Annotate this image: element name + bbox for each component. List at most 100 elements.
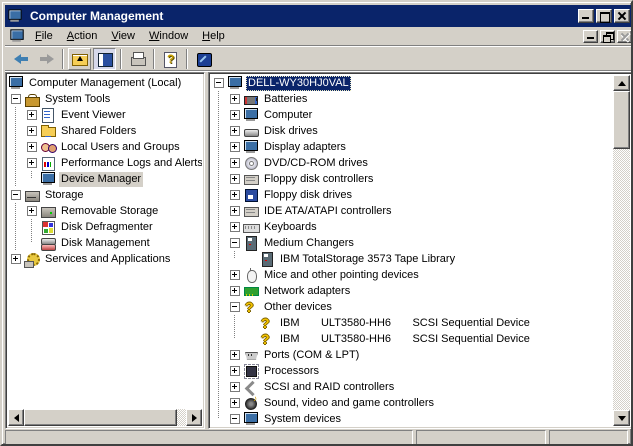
scroll-right-button[interactable] <box>186 409 202 426</box>
scroll-down-button[interactable] <box>613 410 630 426</box>
expand-toggle[interactable] <box>227 219 243 235</box>
expand-toggle[interactable] <box>227 107 243 123</box>
expand-toggle[interactable] <box>227 155 243 171</box>
tree-item-ports-com-lpt[interactable]: Ports (COM & LPT) <box>211 347 613 363</box>
tree-item-dvd-cd-rom-drives[interactable]: DVD/CD-ROM drives <box>211 155 613 171</box>
tree-item-label[interactable]: DVD/CD-ROM drives <box>262 156 370 171</box>
tree-item-floppy-disk-drives[interactable]: Floppy disk drives <box>211 187 613 203</box>
tree-item-label[interactable]: Medium Changers <box>262 236 356 251</box>
tree-item-label[interactable]: IBM ULT3580-HH6 SCSI Sequential Device <box>278 316 532 331</box>
tree-item-label[interactable]: Device Manager <box>59 172 143 187</box>
tree-item-dell-wy30hj0val[interactable]: DELL-WY30HJ0VAL <box>211 75 613 91</box>
tree-item-label[interactable]: Display adapters <box>262 140 348 155</box>
tree-item-label[interactable]: Removable Storage <box>59 204 160 219</box>
tree-item-other-devices[interactable]: Other devices <box>211 299 613 315</box>
tree-item-removable-storage[interactable]: Removable Storage <box>8 203 202 219</box>
tree-item-label[interactable]: Computer <box>262 108 314 123</box>
minimize-button[interactable] <box>578 9 594 23</box>
tree-item-label[interactable]: Disk drives <box>262 124 320 139</box>
scrollbar-thumb[interactable] <box>613 91 630 149</box>
tree-item-ide-ata-atapi-controllers[interactable]: IDE ATA/ATAPI controllers <box>211 203 613 219</box>
scrollbar-track[interactable] <box>24 409 186 426</box>
expand-toggle[interactable] <box>227 283 243 299</box>
expand-toggle[interactable] <box>227 395 243 411</box>
tree-item-label[interactable]: Sound, video and game controllers <box>262 396 436 411</box>
horizontal-scrollbar[interactable] <box>8 409 202 426</box>
tree-item-label[interactable]: Computer Management (Local) <box>27 76 183 91</box>
scrollbar-track[interactable] <box>613 91 630 410</box>
collapse-toggle[interactable] <box>227 235 243 251</box>
expand-toggle[interactable] <box>227 379 243 395</box>
tree-item-ibm-totalstorage-3573-tape-library[interactable]: IBM TotalStorage 3573 Tape Library <box>211 251 613 267</box>
console-window-icon[interactable] <box>9 29 25 43</box>
child-restore-button[interactable] <box>600 30 615 43</box>
expand-toggle[interactable] <box>8 251 24 267</box>
tree-item-label[interactable]: Keyboards <box>262 220 319 235</box>
tree-item-label[interactable]: Shared Folders <box>59 124 138 139</box>
scroll-left-button[interactable] <box>8 409 24 426</box>
tree-item-computer-management-local[interactable]: Computer Management (Local) <box>8 75 202 91</box>
tree-item-label[interactable]: IBM ULT3580-HH6 SCSI Sequential Device <box>278 332 532 347</box>
menu-view[interactable]: View <box>104 28 142 44</box>
print-button[interactable] <box>126 48 149 70</box>
expand-toggle[interactable] <box>227 187 243 203</box>
collapse-toggle[interactable] <box>8 187 24 203</box>
tree-item-disk-management[interactable]: Disk Management <box>8 235 202 251</box>
tree-item-device-manager[interactable]: Device Manager <box>8 171 202 187</box>
tree-item-system-tools[interactable]: System Tools <box>8 91 202 107</box>
menu-action[interactable]: Action <box>60 28 105 44</box>
tree-item-scsi-and-raid-controllers[interactable]: SCSI and RAID controllers <box>211 379 613 395</box>
tree-item-keyboards[interactable]: Keyboards <box>211 219 613 235</box>
child-minimize-button[interactable] <box>583 30 598 43</box>
tree-item-shared-folders[interactable]: Shared Folders <box>8 123 202 139</box>
tree-item-services-and-applications[interactable]: Services and Applications <box>8 251 202 267</box>
tree-item-label[interactable]: Other devices <box>262 300 334 315</box>
show-hide-console-tree-button[interactable] <box>93 48 116 70</box>
tree-item-label[interactable]: Local Users and Groups <box>59 140 182 155</box>
tree-item-processors[interactable]: Processors <box>211 363 613 379</box>
tree-item-ibm-ult3580-hh6-scsi-sequential-device[interactable]: IBM ULT3580-HH6 SCSI Sequential Device <box>211 315 613 331</box>
expand-toggle[interactable] <box>227 347 243 363</box>
collapse-toggle[interactable] <box>227 411 243 426</box>
menu-help[interactable]: Help <box>195 28 232 44</box>
collapse-toggle[interactable] <box>227 299 243 315</box>
tree-item-label[interactable]: Ports (COM & LPT) <box>262 348 361 363</box>
scroll-up-button[interactable] <box>613 75 630 91</box>
tree-item-mice-and-other-pointing-devices[interactable]: Mice and other pointing devices <box>211 267 613 283</box>
tree-item-batteries[interactable]: Batteries <box>211 91 613 107</box>
menu-file[interactable]: File <box>28 28 60 44</box>
tree-item-label[interactable]: DELL-WY30HJ0VAL <box>246 76 351 91</box>
tree-item-label[interactable]: Disk Defragmenter <box>59 220 155 235</box>
tree-item-label[interactable]: Performance Logs and Alerts <box>59 156 202 171</box>
up-one-level-button[interactable] <box>68 48 91 70</box>
menu-window[interactable]: Window <box>142 28 195 44</box>
tree-item-label[interactable]: IDE ATA/ATAPI controllers <box>262 204 394 219</box>
tree-item-medium-changers[interactable]: Medium Changers <box>211 235 613 251</box>
expand-toggle[interactable] <box>24 139 40 155</box>
tree-item-performance-logs-and-alerts[interactable]: Performance Logs and Alerts <box>8 155 202 171</box>
tree-item-label[interactable]: Floppy disk controllers <box>262 172 375 187</box>
help-button[interactable] <box>159 48 182 70</box>
device-manager-snapin-button[interactable] <box>192 48 215 70</box>
tree-item-network-adapters[interactable]: Network adapters <box>211 283 613 299</box>
expand-toggle[interactable] <box>24 123 40 139</box>
tree-item-label[interactable]: Storage <box>43 188 86 203</box>
expand-toggle[interactable] <box>24 107 40 123</box>
tree-item-local-users-and-groups[interactable]: Local Users and Groups <box>8 139 202 155</box>
expand-toggle[interactable] <box>227 203 243 219</box>
maximize-button[interactable] <box>596 9 612 23</box>
close-button[interactable] <box>614 9 630 23</box>
tree-item-label[interactable]: System devices <box>262 412 343 427</box>
expand-toggle[interactable] <box>24 203 40 219</box>
scrollbar-thumb[interactable] <box>24 409 177 426</box>
expand-toggle[interactable] <box>227 267 243 283</box>
expand-toggle[interactable] <box>24 155 40 171</box>
expand-toggle[interactable] <box>227 139 243 155</box>
expand-toggle[interactable] <box>227 363 243 379</box>
tree-item-event-viewer[interactable]: Event Viewer <box>8 107 202 123</box>
tree-item-label[interactable]: Floppy disk drives <box>262 188 354 203</box>
collapse-toggle[interactable] <box>211 75 227 91</box>
tree-item-floppy-disk-controllers[interactable]: Floppy disk controllers <box>211 171 613 187</box>
tree-item-label[interactable]: Event Viewer <box>59 108 128 123</box>
tree-item-label[interactable]: Services and Applications <box>43 252 172 267</box>
